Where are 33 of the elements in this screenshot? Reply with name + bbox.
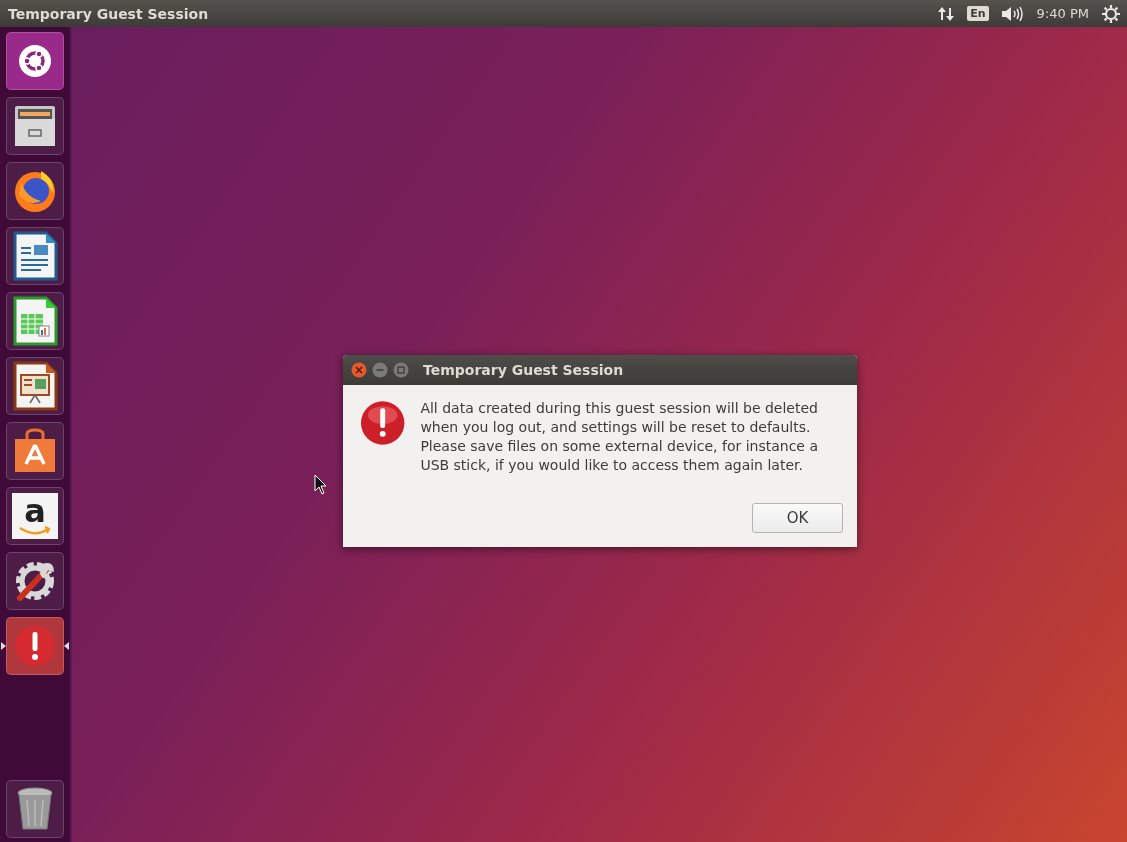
gear-icon[interactable] <box>1101 3 1121 24</box>
smile-arrow-icon <box>18 526 52 536</box>
launcher-item[interactable] <box>6 97 64 155</box>
launcher-item[interactable] <box>6 617 64 675</box>
shopping-bag-icon <box>12 428 58 474</box>
launcher-item[interactable] <box>6 552 64 610</box>
dialog-message: All data created during this guest session will be deleted when you log out, and settings will be reset to defaults. Please save files on some external device, for instance a USB stick, if you would like to access them again later. <box>420 399 819 475</box>
exclamation-icon <box>12 623 58 669</box>
spreadsheet-icon <box>12 296 58 346</box>
panel-title: Temporary Guest Session <box>8 5 209 22</box>
launcher-item[interactable] <box>6 357 64 415</box>
error-icon <box>359 399 407 447</box>
volume-icon[interactable] <box>1000 4 1025 23</box>
keyboard-layout-indicator[interactable]: En <box>967 6 989 21</box>
minimize-icon[interactable] <box>372 362 388 378</box>
launcher-item[interactable] <box>6 32 64 90</box>
ok-button[interactable]: OK <box>752 503 843 533</box>
mouse-pointer-icon <box>314 474 328 496</box>
clock[interactable]: 9:40 PM <box>1036 6 1089 21</box>
launcher-item[interactable]: a <box>6 487 64 545</box>
text-document-icon <box>12 231 58 281</box>
file-cabinet-icon <box>12 103 58 149</box>
trash-can-icon <box>15 786 55 832</box>
launcher-item[interactable] <box>6 780 64 838</box>
launcher-item[interactable] <box>6 227 64 285</box>
close-icon[interactable] <box>351 362 367 378</box>
presentation-icon <box>12 361 58 411</box>
launcher-item[interactable] <box>6 162 64 220</box>
launcher-item[interactable] <box>6 422 64 480</box>
dialog-title: Temporary Guest Session <box>423 362 624 378</box>
launcher-item[interactable] <box>6 292 64 350</box>
logo-letter: a <box>24 496 46 526</box>
maximize-icon[interactable] <box>393 362 409 378</box>
